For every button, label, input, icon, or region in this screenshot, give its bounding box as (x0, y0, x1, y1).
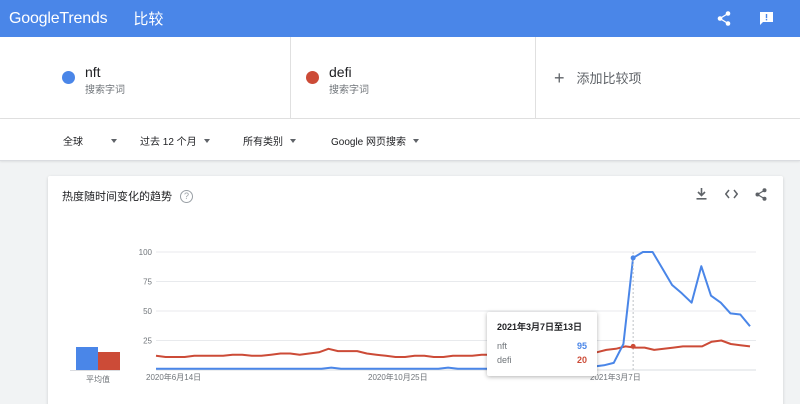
interest-over-time-card: 热度随时间变化的趋势 ? 平均值 25 50 75 100 2020年6月14日 2020… (48, 176, 783, 404)
term-defi[interactable]: defi 搜索字词 (306, 37, 526, 119)
logo-google-text: Google (9, 9, 60, 27)
term-divider (535, 37, 536, 119)
logo-trends-text: Trends (59, 9, 108, 27)
term-name: nft (85, 64, 101, 80)
feedback-icon[interactable] (756, 8, 776, 28)
x-tick-label: 2020年6月14日 (146, 372, 201, 382)
term-type: 搜索字词 (85, 85, 125, 96)
y-tick-label: 75 (143, 278, 152, 287)
comparison-terms-bar: nft 搜索字词 defi 搜索字词 + 添加比较项 (0, 37, 800, 119)
chart-tooltip: 2021年3月7日至13日 nft 95 defi 20 (487, 312, 597, 376)
tooltip-value: 95 (576, 341, 587, 351)
hover-point-defi (630, 343, 636, 349)
term-name: defi (329, 64, 352, 80)
term-color-dot (306, 71, 319, 84)
filter-label: 过去 12 个月 (140, 137, 197, 148)
x-tick-label: 2020年10月25日 (368, 372, 428, 382)
series-line-defi[interactable] (155, 339, 751, 358)
term-type: 搜索字词 (329, 85, 369, 96)
google-trends-logo[interactable]: GoogleTrends (9, 9, 108, 28)
tooltip-row-defi: defi 20 (497, 355, 587, 365)
y-tick-label: 50 (143, 307, 152, 316)
page-title: 比较 (133, 11, 164, 28)
category-filter[interactable]: 所有类别 (243, 133, 296, 148)
tooltip-date: 2021年3月7日至13日 (497, 322, 583, 332)
tooltip-value: 20 (576, 355, 587, 365)
term-divider (290, 37, 291, 119)
hover-point-nft (630, 255, 636, 261)
region-filter[interactable]: 全球 (63, 133, 117, 148)
add-comparison-button[interactable]: + 添加比较项 (554, 68, 642, 87)
plus-icon: + (554, 67, 565, 88)
x-tick-label: 2021年3月7日 (590, 372, 641, 382)
y-tick-label: 100 (139, 248, 153, 257)
tooltip-row-nft: nft 95 (497, 341, 587, 351)
interest-line-chart[interactable]: 25 50 75 100 2020年6月14日 2020年10月25日 2021年3月7日 (48, 176, 783, 404)
y-tick-label: 25 (143, 337, 152, 346)
filter-label: 全球 (63, 137, 83, 148)
chevron-down-icon (413, 138, 420, 143)
time-range-filter[interactable]: 过去 12 个月 (140, 133, 210, 148)
chevron-down-icon (111, 138, 117, 143)
app-header: GoogleTrends 比较 (0, 0, 800, 37)
series-line-nft[interactable] (156, 251, 751, 370)
tooltip-term: nft (497, 341, 508, 351)
term-color-dot (62, 71, 75, 84)
filter-label: Google 网页搜索 (331, 137, 407, 148)
filter-bar: 全球 过去 12 个月 所有类别 Google 网页搜索 (0, 119, 800, 161)
add-comparison-label: 添加比较项 (576, 71, 642, 86)
share-icon[interactable] (714, 8, 734, 28)
tooltip-term: defi (497, 355, 512, 365)
term-nft[interactable]: nft 搜索字词 (62, 37, 282, 119)
search-type-filter[interactable]: Google 网页搜索 (331, 133, 420, 148)
filter-label: 所有类别 (243, 137, 283, 148)
chevron-down-icon (203, 138, 210, 143)
chevron-down-icon (290, 138, 296, 143)
